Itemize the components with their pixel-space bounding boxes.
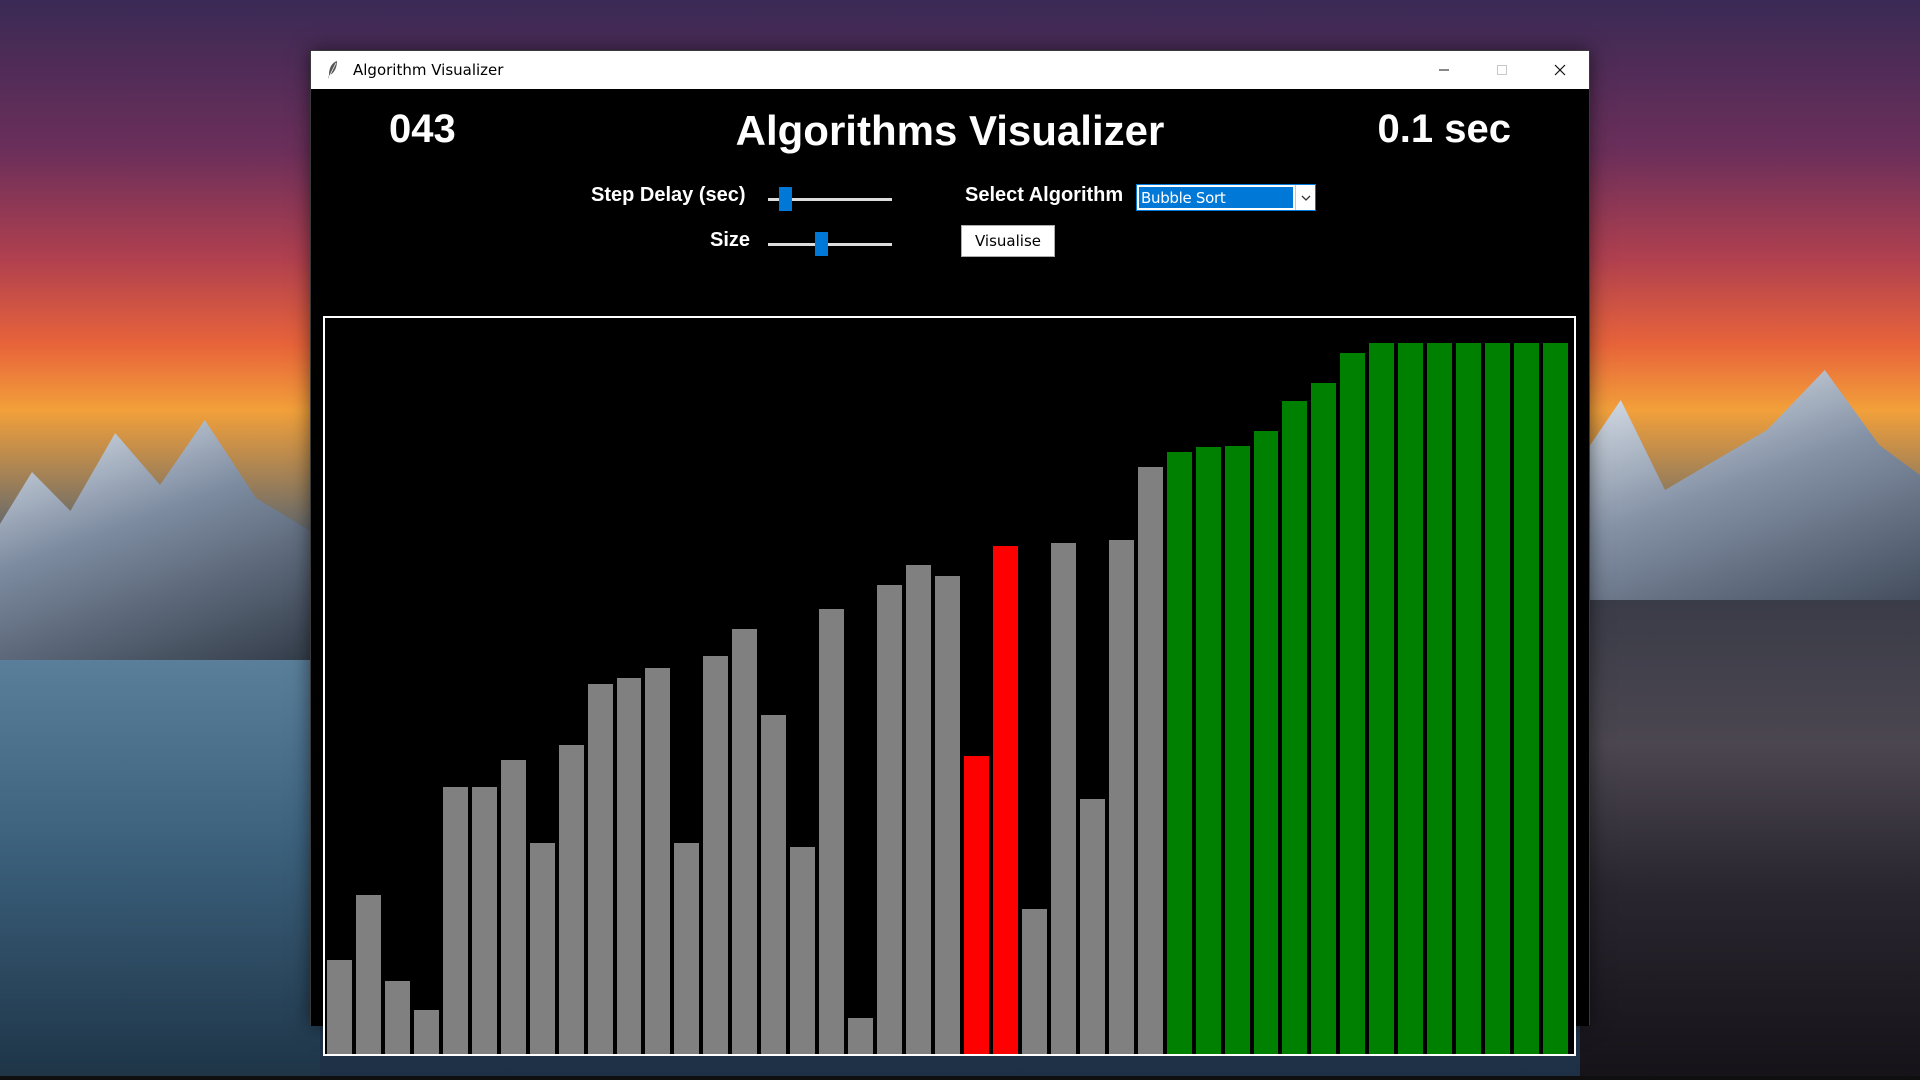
bar-7 <box>500 759 526 1054</box>
minimize-button[interactable] <box>1415 51 1473 89</box>
slider-track <box>768 243 892 246</box>
size-label: Size <box>710 229 751 251</box>
size-slider[interactable] <box>768 232 892 256</box>
bar-9 <box>558 744 584 1054</box>
bar-27 <box>1079 799 1105 1054</box>
window-controls <box>1415 51 1589 89</box>
bar-24 <box>992 545 1018 1054</box>
bar-25 <box>1021 908 1047 1054</box>
bar-33 <box>1253 431 1279 1054</box>
bar-37 <box>1369 342 1395 1054</box>
bar-16 <box>761 714 787 1054</box>
step-delay-slider[interactable] <box>768 187 892 211</box>
desktop-lake-left <box>0 660 320 1080</box>
bar-23 <box>963 755 989 1054</box>
minimize-icon <box>1439 69 1449 71</box>
slider-thumb[interactable] <box>815 232 828 256</box>
chevron-down-icon[interactable] <box>1295 185 1315 210</box>
step-delay-label: Step Delay (sec) <box>591 184 746 206</box>
bar-6 <box>471 787 497 1054</box>
bar-12 <box>645 668 671 1054</box>
desktop-town-right <box>1580 600 1920 1080</box>
bar-31 <box>1195 447 1221 1054</box>
bar-21 <box>906 564 932 1054</box>
bar-20 <box>877 584 903 1054</box>
bar-43 <box>1543 342 1568 1054</box>
bar-4 <box>413 1010 439 1054</box>
window-title: Algorithm Visualizer <box>353 61 504 79</box>
bar-38 <box>1398 342 1424 1054</box>
time-display: 0.1 sec <box>1377 107 1511 151</box>
bar-26 <box>1050 542 1076 1054</box>
bar-13 <box>674 843 700 1054</box>
feather-icon <box>325 60 341 80</box>
bar-chart-canvas <box>323 316 1576 1056</box>
bar-5 <box>442 787 468 1054</box>
algorithm-select-value: Bubble Sort <box>1139 187 1293 208</box>
bar-42 <box>1514 342 1540 1054</box>
app-window: Algorithm Visualizer 043 Algorithms Visu… <box>310 50 1590 1056</box>
bar-8 <box>529 843 555 1054</box>
bar-17 <box>790 847 816 1054</box>
bar-10 <box>587 684 613 1054</box>
close-button[interactable] <box>1531 51 1589 89</box>
maximize-icon <box>1497 65 1507 75</box>
bar-19 <box>848 1018 874 1054</box>
select-algorithm-label: Select Algorithm <box>965 184 1124 206</box>
title-bar[interactable]: Algorithm Visualizer <box>311 51 1589 89</box>
bar-15 <box>732 629 758 1054</box>
bar-28 <box>1108 539 1134 1054</box>
bar-34 <box>1282 400 1308 1054</box>
bar-18 <box>819 609 845 1054</box>
bar-35 <box>1311 382 1337 1054</box>
bar-22 <box>935 575 960 1054</box>
maximize-button[interactable] <box>1473 51 1531 89</box>
bar-36 <box>1340 352 1366 1054</box>
bar-32 <box>1224 446 1250 1054</box>
close-icon <box>1554 64 1566 76</box>
bar-30 <box>1166 452 1192 1054</box>
bar-3 <box>384 981 410 1054</box>
visualise-button[interactable]: Visualise <box>961 225 1055 257</box>
bar-2 <box>355 894 381 1054</box>
bar-14 <box>703 656 729 1054</box>
desktop-mountain-left <box>0 420 320 680</box>
bar-41 <box>1485 342 1511 1054</box>
slider-thumb[interactable] <box>779 187 792 211</box>
bar-11 <box>616 678 642 1054</box>
bar-1 <box>327 959 352 1054</box>
bar-39 <box>1427 342 1453 1054</box>
bar-29 <box>1137 467 1163 1054</box>
algorithm-select[interactable]: Bubble Sort <box>1136 184 1316 211</box>
bar-40 <box>1456 342 1482 1054</box>
taskbar-edge <box>0 1076 1920 1080</box>
app-body: 043 Algorithms Visualizer 0.1 sec Step D… <box>311 89 1589 1056</box>
